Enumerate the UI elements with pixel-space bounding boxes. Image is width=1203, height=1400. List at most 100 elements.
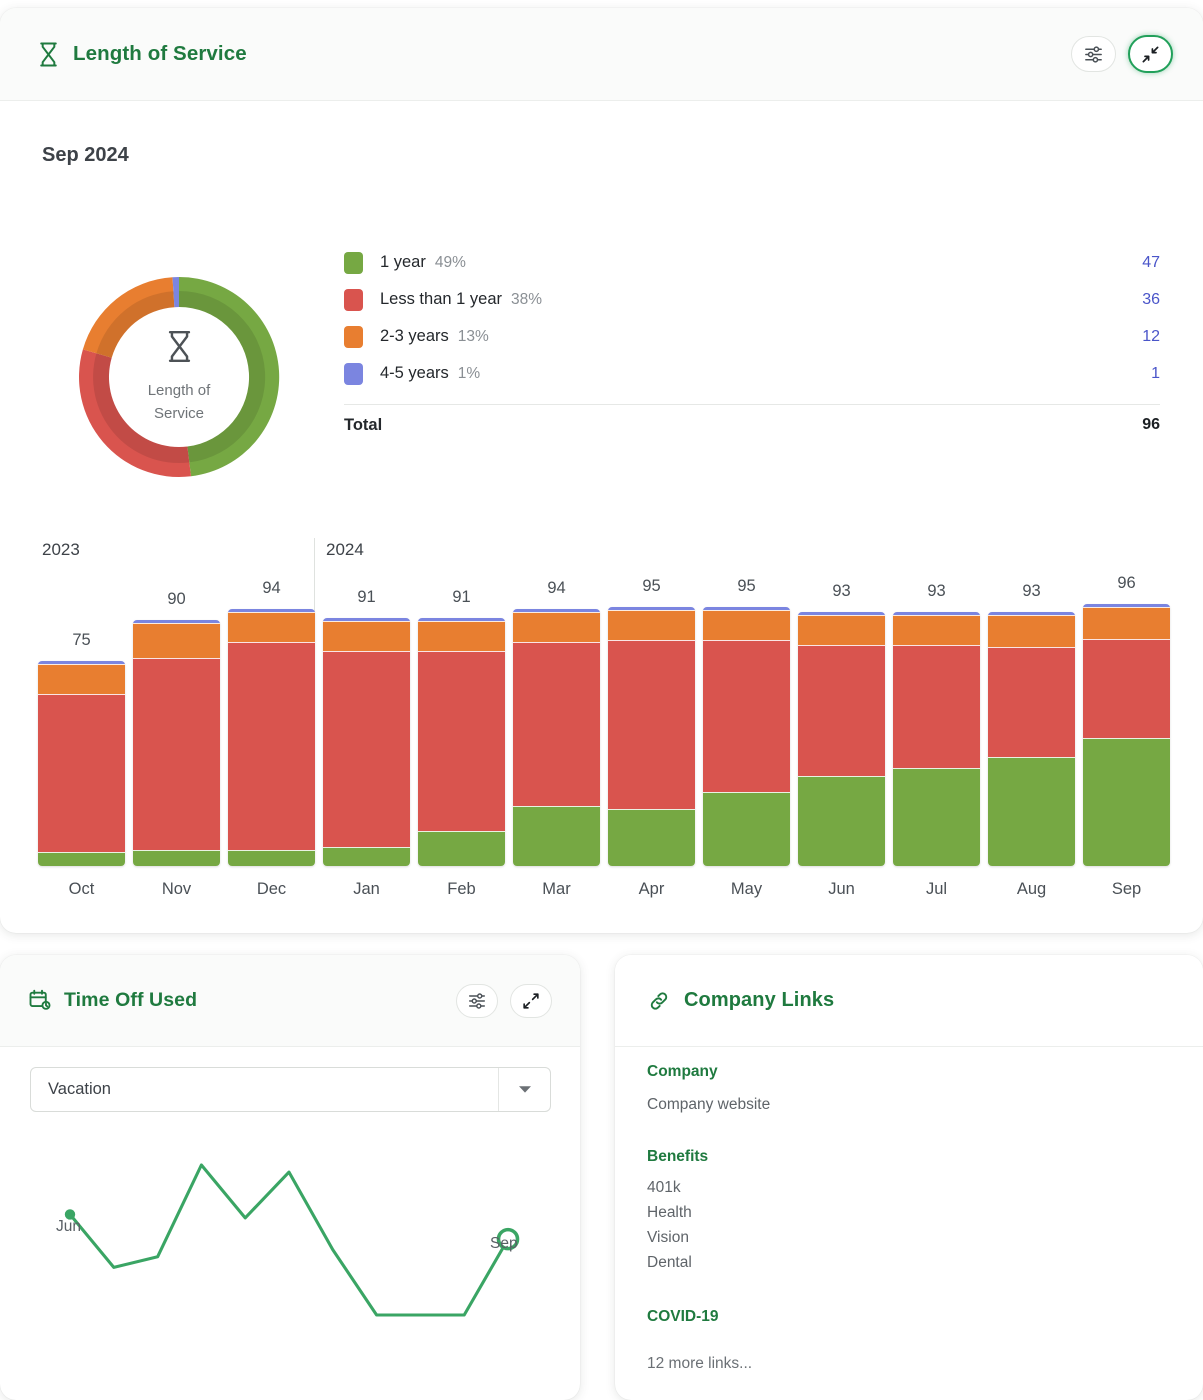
bar-x-label: Jan <box>353 880 380 898</box>
legend-percent: 13% <box>457 327 489 345</box>
bar-segment <box>38 663 125 694</box>
bar-stack <box>323 618 410 866</box>
bar-total-label: 91 <box>452 588 471 606</box>
bar-segment <box>608 639 695 809</box>
link-vision[interactable]: Vision <box>647 1225 1179 1250</box>
chart-settings-button[interactable] <box>1071 36 1116 72</box>
bar-segment <box>703 609 790 640</box>
bar-stack <box>228 609 315 866</box>
link-401k[interactable]: 401k <box>647 1175 1179 1200</box>
legend-row[interactable]: 4-5 years 1% 1 <box>344 355 1160 392</box>
link-icon <box>647 989 671 1013</box>
year-label-2024: 2024 <box>326 540 364 559</box>
report-month: Sep 2024 <box>42 144 129 166</box>
company-links-title: Company Links <box>684 989 835 1011</box>
page-title: Length of Service <box>73 42 247 65</box>
section-title-company: Company <box>647 1063 718 1080</box>
length-of-service-legend: 1 year 49% 47 Less than 1 year 38% 36 2-… <box>344 244 1160 445</box>
link-company-website[interactable]: Company website <box>647 1092 1179 1117</box>
time-off-type-select[interactable]: Vacation <box>30 1067 551 1112</box>
sparkline-end-label: Sep <box>490 1235 518 1252</box>
bar-x-label: Feb <box>447 880 476 898</box>
legend-value: 36 <box>1142 290 1160 308</box>
bar-total-label: 94 <box>547 579 566 597</box>
legend-row[interactable]: Less than 1 year 38% 36 <box>344 281 1160 318</box>
time-off-expand-button[interactable] <box>510 983 552 1018</box>
time-off-used-title: Time Off Used <box>64 989 198 1011</box>
legend-swatch <box>344 325 363 348</box>
chevron-down-icon[interactable] <box>498 1068 550 1111</box>
bar-x-label: Mar <box>542 880 571 898</box>
bar-segment <box>703 639 790 793</box>
bar-stack <box>608 607 695 866</box>
length-of-service-card: Length of Service Sep 2024 Length of Ser… <box>0 8 1203 933</box>
bar-stack <box>38 661 125 866</box>
bar-segment <box>608 609 695 640</box>
bar-segment <box>323 620 410 651</box>
donut-center-label: Length of Service <box>66 264 292 490</box>
collapse-panel-button[interactable] <box>1128 35 1173 73</box>
bar-segment <box>418 650 505 831</box>
bar-segment <box>798 775 885 866</box>
legend-percent: 1% <box>457 364 481 382</box>
bar-total-label: 95 <box>642 577 661 595</box>
bar-segment <box>893 614 980 645</box>
bar-segment <box>988 614 1075 648</box>
bar-stack <box>133 620 220 866</box>
bar-stack <box>703 607 790 866</box>
length-of-service-donut-chart: Length of Service <box>66 264 292 490</box>
donut-center-line-1: Length of <box>147 382 211 399</box>
bar-stack <box>513 609 600 866</box>
sparkline-svg <box>64 1163 520 1317</box>
bar-x-label: Nov <box>161 880 192 898</box>
legend-value: 1 <box>1151 364 1160 382</box>
donut-center-line-2: Service <box>153 405 205 422</box>
bar-segment <box>1083 737 1170 866</box>
link-health[interactable]: Health <box>647 1200 1179 1225</box>
bar-segment <box>418 620 505 651</box>
length-of-service-header: Length of Service <box>0 8 1203 101</box>
bar-x-label: Sep <box>1111 880 1142 898</box>
bar-x-label: Oct <box>68 880 95 898</box>
bar-segment <box>1083 639 1170 738</box>
bar-segment <box>893 644 980 768</box>
more-links-label[interactable]: 12 more links... <box>647 1355 1179 1373</box>
bar-segment <box>513 641 600 806</box>
bar-stack <box>1083 604 1170 866</box>
legend-label: 4-5 years <box>380 364 449 382</box>
time-off-sparkline-chart: Jun Sep <box>0 1140 580 1370</box>
bar-segment <box>323 650 410 847</box>
company-links-card: Company Links Company Company website Be… <box>615 955 1203 1400</box>
bar-segment <box>988 756 1075 866</box>
company-links-section: COVID-19 <box>647 1308 1179 1326</box>
legend-swatch <box>344 362 363 385</box>
bar-segment <box>798 614 885 645</box>
bar-total-label: 93 <box>927 582 946 600</box>
hourglass-icon <box>38 41 59 67</box>
link-dental[interactable]: Dental <box>647 1250 1179 1275</box>
bar-segment <box>608 808 695 866</box>
bar-total-label: 94 <box>262 579 281 597</box>
bar-total-label: 96 <box>1117 574 1136 592</box>
bar-x-label: Apr <box>638 880 665 898</box>
bar-total-label: 75 <box>72 631 91 649</box>
time-off-type-value: Vacation <box>48 1080 111 1098</box>
bar-stack <box>798 612 885 866</box>
bar-x-label: May <box>730 880 763 898</box>
bar-stack <box>893 612 980 866</box>
bar-x-label: Dec <box>256 880 287 898</box>
bar-total-label: 93 <box>1022 582 1041 600</box>
year-label-2023: 2023 <box>42 540 80 559</box>
legend-percent: 38% <box>511 290 543 308</box>
bar-segment <box>418 830 505 866</box>
dashboard-page: Length of Service Sep 2024 Length of Ser… <box>0 0 1203 1400</box>
legend-percent: 49% <box>434 253 466 271</box>
legend-label: Less than 1 year <box>380 290 502 308</box>
bar-segment <box>323 846 410 866</box>
legend-row[interactable]: 1 year 49% 47 <box>344 244 1160 281</box>
legend-value: 47 <box>1142 253 1160 271</box>
time-off-settings-button[interactable] <box>456 983 498 1018</box>
section-title-covid19: COVID-19 <box>647 1308 719 1325</box>
bar-segment <box>228 641 315 850</box>
legend-row[interactable]: 2-3 years 13% 12 <box>344 318 1160 355</box>
